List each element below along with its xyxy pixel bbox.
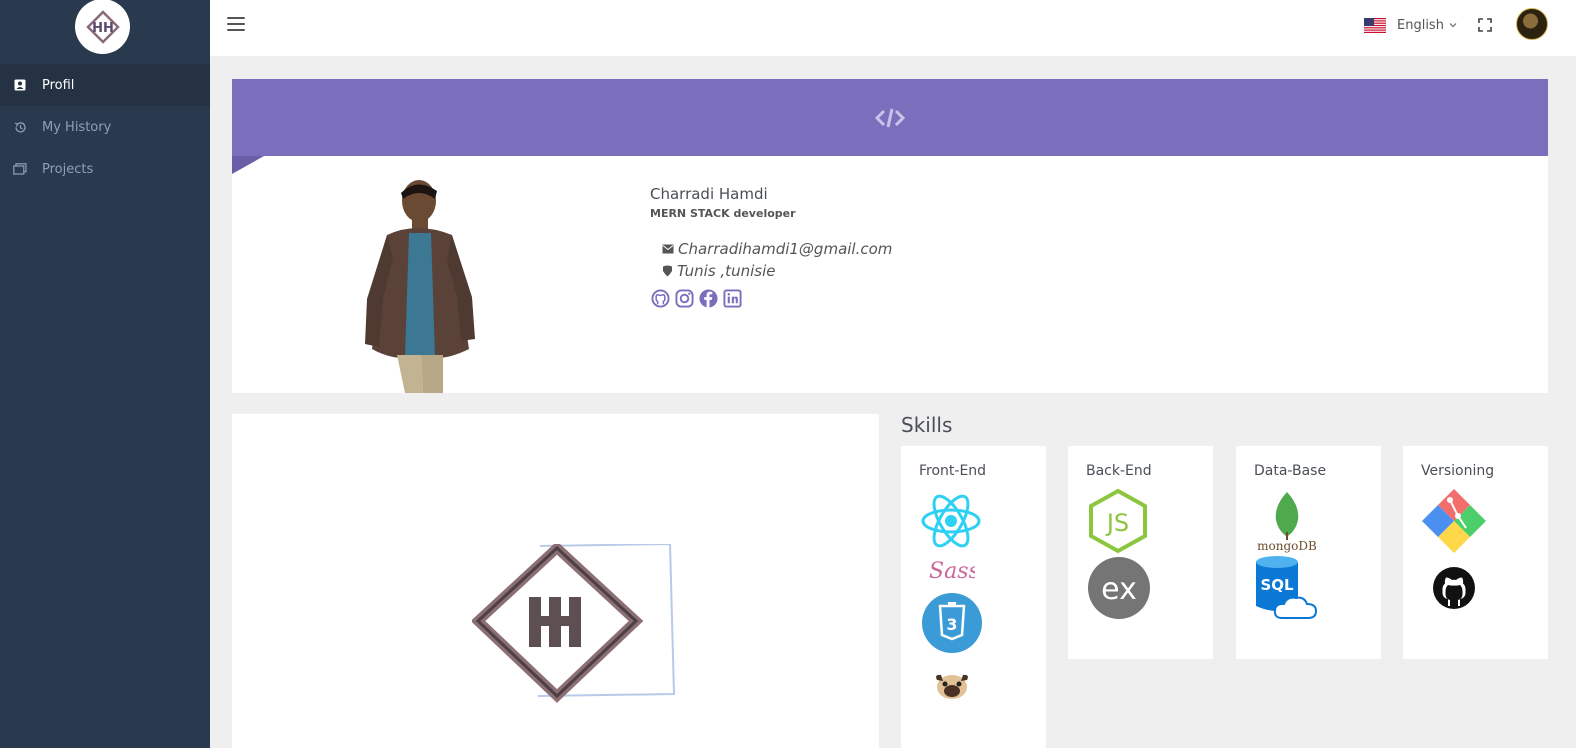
nodejs-icon: JS [1089,488,1147,554]
chevron-down-icon [1449,23,1457,28]
location-pin-icon [662,265,673,277]
svg-text:3: 3 [946,615,957,634]
sidebar-item-label: My History [42,119,112,135]
azure-sql-icon: SQL [1256,556,1318,619]
skill-card-title: Data-Base [1254,463,1327,479]
fullscreen-icon[interactable] [1478,17,1492,32]
sidebar: HH Profil My History Projects [0,0,210,748]
projects-icon [13,162,27,176]
sass-icon: Sass [929,559,975,584]
pug-icon [936,674,968,699]
profile-location: Tunis ,tunisie [662,262,775,280]
skill-card-title: Versioning [1421,463,1495,479]
svg-text:ex: ex [1101,572,1137,607]
profile-photo [365,180,475,393]
sidebar-item-profil[interactable]: Profil [0,64,210,106]
profile-name: Charradi Hamdi [650,185,768,203]
profile-email-text: Charradihamdi1@gmail.com [678,240,893,258]
skill-card-title: Front-End [919,463,987,479]
sidebar-item-label: Projects [42,161,94,177]
react-icon [921,494,981,548]
skill-card-versioning: Versioning [1403,446,1548,659]
menu-toggle-icon[interactable] [227,17,245,31]
us-flag-icon [1364,17,1386,33]
social-links [650,288,742,308]
instagram-icon[interactable] [674,288,694,308]
skill-card-title: Back-End [1086,463,1152,479]
profile-banner [232,79,1548,156]
profile-location-text: Tunis ,tunisie [677,262,776,280]
express-icon: ex [1088,557,1150,619]
mongodb-icon: mongoDB [1257,492,1317,553]
svg-text:SQL: SQL [1260,576,1294,594]
profile-card: Charradi Hamdi MERN STACK developer Char… [232,79,1548,393]
skill-card-back-end: Back-End JS ex [1068,446,1213,659]
svg-text:JS: JS [1105,509,1129,537]
hh-large-logo-icon [472,544,676,703]
history-icon [13,120,27,134]
sidebar-item-my-history[interactable]: My History [0,106,210,148]
logo-panel [232,414,879,748]
svg-text:mongoDB: mongoDB [1257,539,1317,553]
sidebar-item-label: Profil [42,77,75,93]
profile-icon [13,78,27,92]
facebook-icon[interactable] [698,288,718,308]
skills-title: Skills [901,413,953,437]
brand-logo[interactable]: HH [75,0,130,54]
language-label: English [1397,17,1444,33]
mail-icon [662,244,674,254]
github-icon[interactable] [650,288,670,308]
profile-email[interactable]: Charradihamdi1@gmail.com [662,240,892,258]
banner-ribbon-tail [232,156,264,174]
code-icon [875,108,905,127]
svg-text:HH: HH [92,21,114,36]
git-icon [1422,489,1486,553]
sidebar-nav: Profil My History Projects [0,64,210,190]
topbar: English [210,0,1576,56]
profile-role: MERN STACK developer [650,207,796,220]
linkedin-icon[interactable] [722,288,742,308]
css3-icon: 3 [922,593,982,653]
skill-card-data-base: Data-Base mongoDB SQL [1236,446,1381,659]
language-selector[interactable]: English [1364,15,1457,35]
hh-logo-icon: HH [85,9,120,44]
skill-card-front-end: Front-End Sass 3 [901,446,1046,748]
sidebar-item-projects[interactable]: Projects [0,148,210,190]
github-icon [1433,567,1475,609]
svg-text:Sass: Sass [929,559,975,584]
user-avatar[interactable] [1516,8,1548,40]
